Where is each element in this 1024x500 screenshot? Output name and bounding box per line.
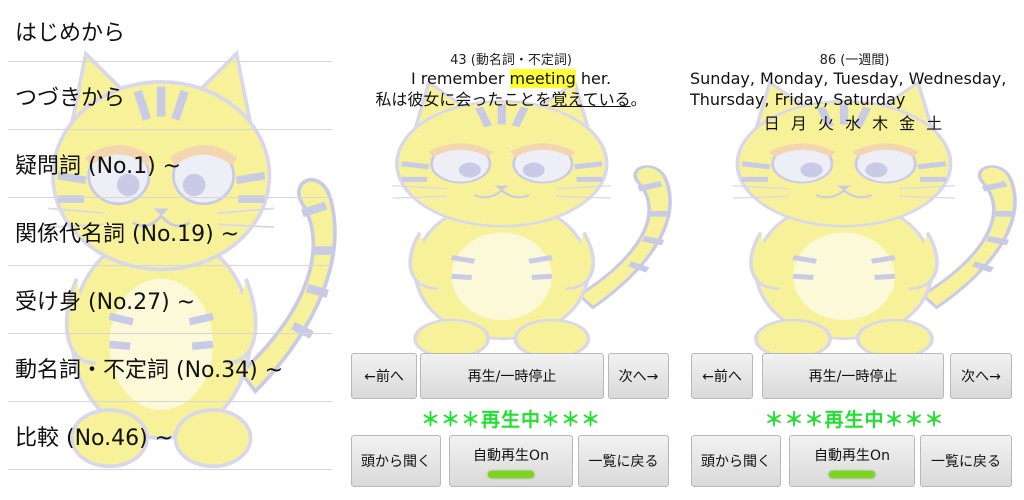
english-days-line-2: Thursday, Friday, Saturday xyxy=(690,90,906,109)
menu-item-relative-pronouns[interactable]: 関係代名詞 (No.19) ~ xyxy=(8,198,332,266)
back-to-list-button[interactable]: 一覧に戻る xyxy=(920,435,1012,487)
autoplay-indicator xyxy=(488,470,534,478)
restart-button[interactable]: 頭から聞く xyxy=(351,435,441,487)
japanese-sentence: 私は彼女に会ったことを覚えている。 xyxy=(345,89,677,111)
english-text: I remember xyxy=(410,69,510,88)
prev-button[interactable]: ←前へ xyxy=(691,353,753,399)
menu-item-comparison[interactable]: 比較 (No.46) ~ xyxy=(8,402,332,470)
play-pause-button[interactable]: 再生/一時停止 xyxy=(420,353,604,399)
japanese-text: 私は彼女に会ったことを xyxy=(375,90,552,109)
sentence-block: 43 (動名詞・不定詞) I remember meeting her. 私は彼… xyxy=(345,49,677,111)
menu-item-interrogatives[interactable]: 疑問詞 (No.1) ~ xyxy=(8,130,332,198)
player-panel-1: 43 (動名詞・不定詞) I remember meeting her. 私は彼… xyxy=(345,0,677,500)
menu-panel: はじめから つづきから 疑問詞 (No.1) ~ 関係代名詞 (No.19) ~… xyxy=(0,0,340,500)
menu-list: はじめから つづきから 疑問詞 (No.1) ~ 関係代名詞 (No.19) ~… xyxy=(0,0,340,470)
english-sentence: I remember meeting her. xyxy=(345,68,677,89)
autoplay-toggle[interactable]: 自動再生On xyxy=(789,435,915,487)
menu-item-passive[interactable]: 受け身 (No.27) ~ xyxy=(8,266,332,334)
japanese-text: 。 xyxy=(630,90,647,109)
highlighted-word: meeting xyxy=(509,69,576,88)
menu-item-continue[interactable]: つづきから xyxy=(8,62,332,130)
english-days-line-1: Sunday, Monday, Tuesday, Wednesday, xyxy=(690,69,1007,88)
sentence-block: 86 (一週間) Sunday, Monday, Tuesday, Wednes… xyxy=(685,49,1024,134)
prev-button[interactable]: ←前へ xyxy=(351,353,417,399)
english-text: her. xyxy=(575,69,612,88)
menu-item-gerund-infinitive[interactable]: 動名詞・不定詞 (No.34) ~ xyxy=(8,334,332,402)
menu-item-start[interactable]: はじめから xyxy=(8,0,332,62)
next-button[interactable]: 次へ→ xyxy=(608,353,669,399)
player-panel-2: 86 (一週間) Sunday, Monday, Tuesday, Wednes… xyxy=(685,0,1024,500)
autoplay-label: 自動再生On xyxy=(814,447,890,464)
japanese-days: 日 月 火 水 木 金 土 xyxy=(763,114,946,133)
next-button[interactable]: 次へ→ xyxy=(950,353,1012,399)
restart-button[interactable]: 頭から聞く xyxy=(691,435,781,487)
autoplay-toggle[interactable]: 自動再生On xyxy=(449,435,573,487)
playing-status: ＊＊＊再生中＊＊＊ xyxy=(764,409,945,431)
back-to-list-button[interactable]: 一覧に戻る xyxy=(578,435,669,487)
playing-status: ＊＊＊再生中＊＊＊ xyxy=(420,409,601,431)
autoplay-indicator xyxy=(829,470,875,478)
autoplay-label: 自動再生On xyxy=(473,447,549,464)
sentence-number: 86 (一週間) xyxy=(819,53,890,68)
play-pause-button[interactable]: 再生/一時停止 xyxy=(762,353,944,399)
sentence-number: 43 (動名詞・不定詞) xyxy=(450,53,572,68)
mascot-tiger-image xyxy=(365,70,675,370)
underlined-phrase: 覚えている xyxy=(551,90,631,109)
